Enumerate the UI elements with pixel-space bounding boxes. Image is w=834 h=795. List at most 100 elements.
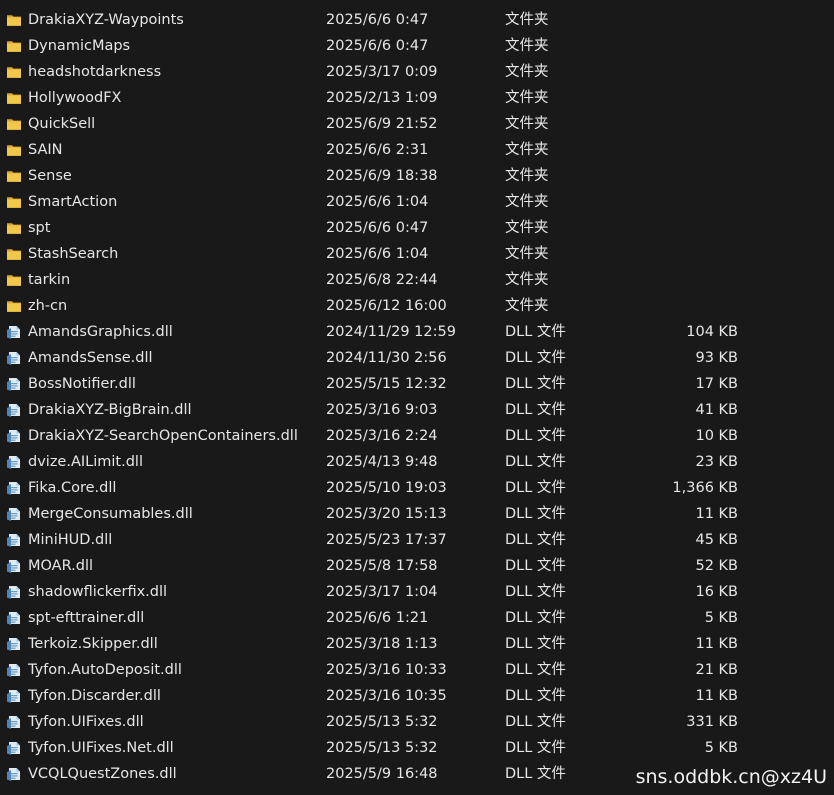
file-name: dvize.AILimit.dll: [28, 454, 143, 470]
file-date-modified: 2025/6/6 0:47: [326, 38, 429, 54]
dll-file-icon: [6, 324, 22, 340]
file-name: Fika.Core.dll: [28, 480, 117, 496]
file-name: zh-cn: [28, 298, 68, 314]
file-type: 文件夹: [505, 194, 549, 210]
file-row[interactable]: DrakiaXYZ-SearchOpenContainers.dll 2025/…: [0, 423, 834, 449]
file-row[interactable]: DrakiaXYZ-Waypoints 2025/6/6 0:47 文件夹: [0, 7, 834, 33]
file-name: SmartAction: [28, 194, 118, 210]
file-name: DynamicMaps: [28, 38, 131, 54]
file-date-modified: 2025/5/23 17:37: [326, 532, 447, 548]
file-size: 16 KB: [695, 584, 738, 600]
file-type: 文件夹: [505, 38, 549, 54]
file-date-modified: 2025/6/6 1:04: [326, 194, 429, 210]
file-name: headshotdarkness: [28, 64, 162, 80]
dll-file-icon: [6, 558, 22, 574]
file-row[interactable]: Terkoiz.Skipper.dll 2025/3/18 1:13 DLL 文…: [0, 631, 834, 657]
file-type: DLL 文件: [505, 376, 566, 392]
file-type: 文件夹: [505, 168, 549, 184]
file-date-modified: 2025/3/17 0:09: [326, 64, 438, 80]
file-row[interactable]: Tyfon.UIFixes.dll 2025/5/13 5:32 DLL 文件 …: [0, 709, 834, 735]
file-row[interactable]: Tyfon.UIFixes.Net.dll 2025/5/13 5:32 DLL…: [0, 735, 834, 761]
file-date-modified: 2025/5/10 19:03: [326, 480, 447, 496]
file-name: MergeConsumables.dll: [28, 506, 193, 522]
file-date-modified: 2025/5/9 16:48: [326, 766, 438, 782]
file-date-modified: 2025/6/12 16:00: [326, 298, 447, 314]
file-name: DrakiaXYZ-SearchOpenContainers.dll: [28, 428, 298, 444]
file-row[interactable]: HollywoodFX 2025/2/13 1:09 文件夹: [0, 85, 834, 111]
file-date-modified: 2025/6/6 1:21: [326, 610, 429, 626]
file-type: DLL 文件: [505, 454, 566, 470]
file-row[interactable]: Fika.Core.dll 2025/5/10 19:03 DLL 文件 1,3…: [0, 475, 834, 501]
file-row[interactable]: MergeConsumables.dll 2025/3/20 15:13 DLL…: [0, 501, 834, 527]
file-name: Tyfon.UIFixes.Net.dll: [28, 740, 174, 756]
file-name: MiniHUD.dll: [28, 532, 113, 548]
file-name: spt: [28, 220, 51, 236]
file-date-modified: 2025/3/16 10:33: [326, 662, 447, 678]
file-date-modified: 2025/6/9 18:38: [326, 168, 438, 184]
file-row[interactable]: headshotdarkness 2025/3/17 0:09 文件夹: [0, 59, 834, 85]
file-row[interactable]: tarkin 2025/6/8 22:44 文件夹: [0, 267, 834, 293]
file-size: 11 KB: [695, 506, 738, 522]
file-size: 11 KB: [695, 636, 738, 652]
file-row[interactable]: QuickSell 2025/6/9 21:52 文件夹: [0, 111, 834, 137]
file-date-modified: 2025/3/18 1:13: [326, 636, 438, 652]
file-size: 23 KB: [695, 454, 738, 470]
file-date-modified: 2025/5/13 5:32: [326, 740, 438, 756]
file-type: DLL 文件: [505, 532, 566, 548]
dll-file-icon: [6, 402, 22, 418]
file-name: MOAR.dll: [28, 558, 94, 574]
folder-icon: [6, 64, 22, 80]
folder-icon: [6, 168, 22, 184]
file-list: DrakiaXYZ-Waypoints 2025/6/6 0:47 文件夹 Dy…: [0, 7, 834, 787]
file-row[interactable]: SAIN 2025/6/6 2:31 文件夹: [0, 137, 834, 163]
file-row[interactable]: DrakiaXYZ-BigBrain.dll 2025/3/16 9:03 DL…: [0, 397, 834, 423]
file-row[interactable]: DynamicMaps 2025/6/6 0:47 文件夹: [0, 33, 834, 59]
file-type: 文件夹: [505, 90, 549, 106]
file-type: 文件夹: [505, 298, 549, 314]
file-row[interactable]: shadowflickerfix.dll 2025/3/17 1:04 DLL …: [0, 579, 834, 605]
file-row[interactable]: dvize.AILimit.dll 2025/4/13 9:48 DLL 文件 …: [0, 449, 834, 475]
file-name: tarkin: [28, 272, 71, 288]
file-row[interactable]: Tyfon.Discarder.dll 2025/3/16 10:35 DLL …: [0, 683, 834, 709]
file-date-modified: 2025/4/13 9:48: [326, 454, 438, 470]
file-row[interactable]: MiniHUD.dll 2025/5/23 17:37 DLL 文件 45 KB: [0, 527, 834, 553]
dll-file-icon: [6, 428, 22, 444]
file-row[interactable]: MOAR.dll 2025/5/8 17:58 DLL 文件 52 KB: [0, 553, 834, 579]
file-name: Tyfon.AutoDeposit.dll: [28, 662, 182, 678]
file-size: 5 KB: [704, 610, 738, 626]
dll-file-icon: [6, 350, 22, 366]
file-size: 5 KB: [704, 740, 738, 756]
file-date-modified: 2025/5/15 12:32: [326, 376, 447, 392]
file-row[interactable]: Sense 2025/6/9 18:38 文件夹: [0, 163, 834, 189]
file-row[interactable]: SmartAction 2025/6/6 1:04 文件夹: [0, 189, 834, 215]
file-row[interactable]: Tyfon.AutoDeposit.dll 2025/3/16 10:33 DL…: [0, 657, 834, 683]
dll-file-icon: [6, 740, 22, 756]
file-type: DLL 文件: [505, 662, 566, 678]
folder-icon: [6, 142, 22, 158]
dll-file-icon: [6, 714, 22, 730]
file-row[interactable]: spt-efttrainer.dll 2025/6/6 1:21 DLL 文件 …: [0, 605, 834, 631]
dll-file-icon: [6, 766, 22, 782]
file-date-modified: 2025/6/9 21:52: [326, 116, 438, 132]
file-date-modified: 2025/6/6 0:47: [326, 12, 429, 28]
file-row[interactable]: zh-cn 2025/6/12 16:00 文件夹: [0, 293, 834, 319]
file-size: 52 KB: [695, 558, 738, 574]
file-row[interactable]: AmandsSense.dll 2024/11/30 2:56 DLL 文件 9…: [0, 345, 834, 371]
file-row[interactable]: BossNotifier.dll 2025/5/15 12:32 DLL 文件 …: [0, 371, 834, 397]
file-row[interactable]: StashSearch 2025/6/6 1:04 文件夹: [0, 241, 834, 267]
file-size: 21 KB: [695, 662, 738, 678]
file-size: 17 KB: [695, 376, 738, 392]
file-date-modified: 2025/6/8 22:44: [326, 272, 438, 288]
file-name: Sense: [28, 168, 72, 184]
file-date-modified: 2025/6/6 0:47: [326, 220, 429, 236]
folder-icon: [6, 38, 22, 54]
file-row[interactable]: AmandsGraphics.dll 2024/11/29 12:59 DLL …: [0, 319, 834, 345]
folder-icon: [6, 246, 22, 262]
file-name: spt-efttrainer.dll: [28, 610, 145, 626]
folder-icon: [6, 12, 22, 28]
folder-icon: [6, 298, 22, 314]
file-size: 11 KB: [695, 688, 738, 704]
file-row[interactable]: spt 2025/6/6 0:47 文件夹: [0, 215, 834, 241]
file-name: AmandsSense.dll: [28, 350, 153, 366]
file-type: DLL 文件: [505, 480, 566, 496]
